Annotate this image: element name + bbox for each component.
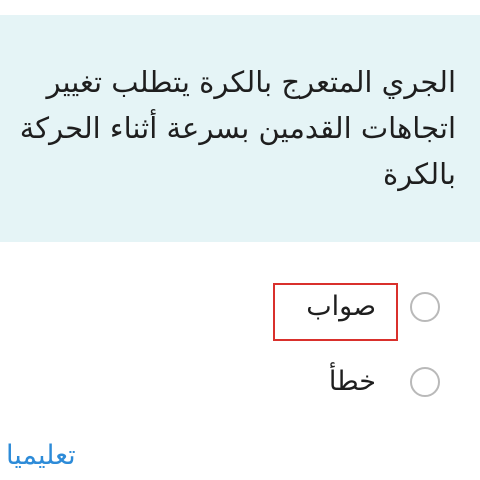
answer-option-false[interactable]: خطأ bbox=[280, 359, 480, 409]
question-card: الجري المتعرج بالكرة يتطلب تغيير اتجاهات… bbox=[0, 15, 480, 242]
question-text: الجري المتعرج بالكرة يتطلب تغيير اتجاهات… bbox=[19, 65, 456, 191]
radio-button-false[interactable] bbox=[410, 367, 440, 397]
correct-answer-highlight bbox=[273, 283, 398, 341]
radio-button-true[interactable] bbox=[410, 292, 440, 322]
site-watermark: تعليميا bbox=[6, 440, 76, 471]
answer-label-false: خطأ bbox=[328, 366, 376, 397]
